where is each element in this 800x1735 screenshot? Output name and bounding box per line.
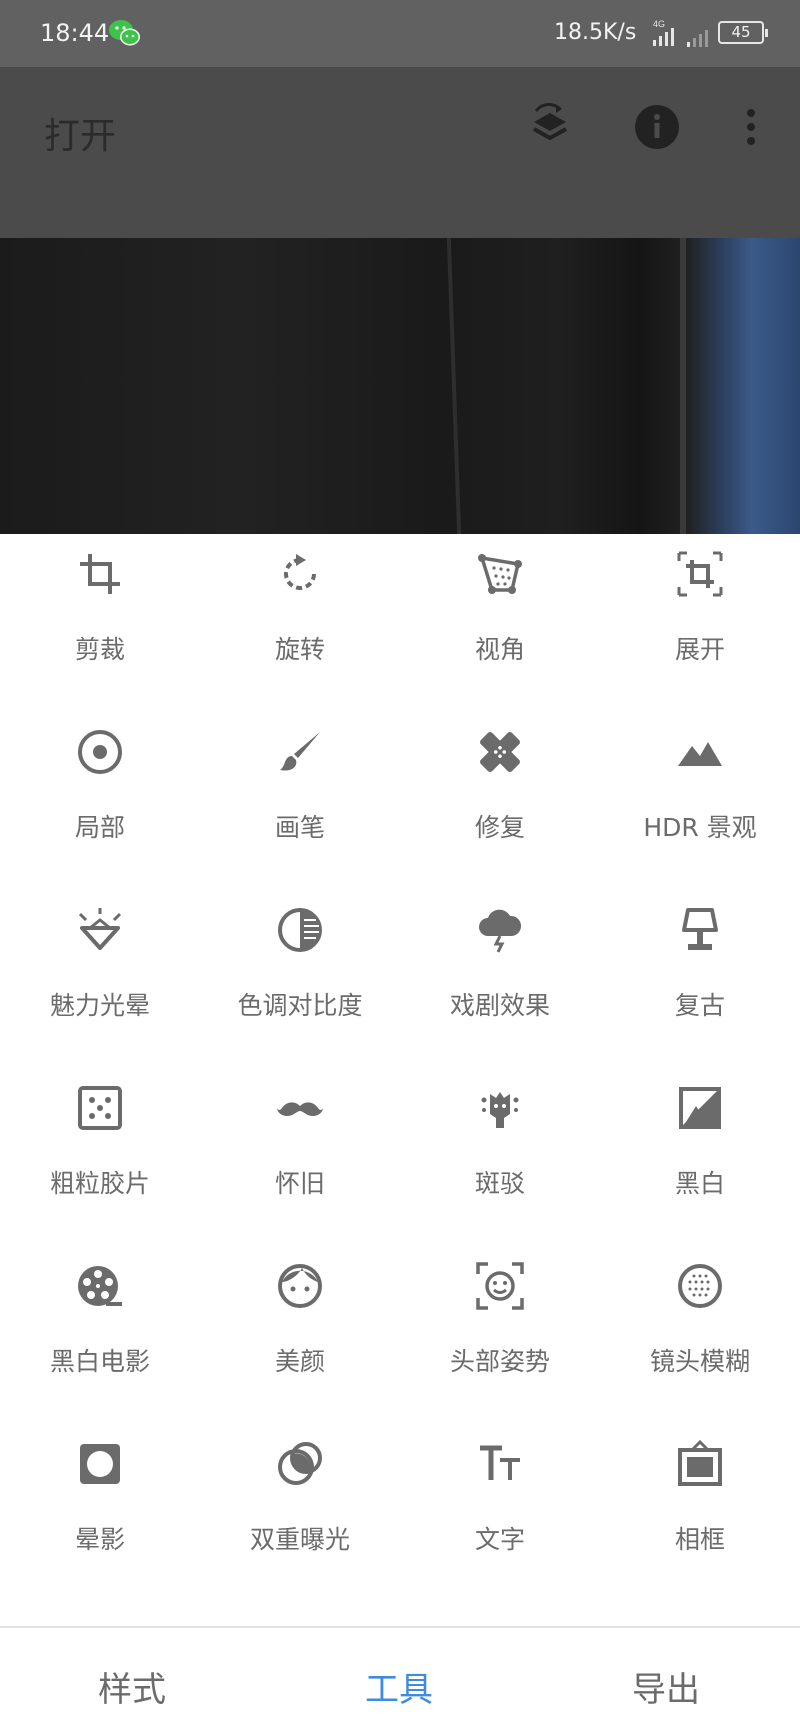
tool-tonal-contrast[interactable]: 色调对比度: [200, 890, 400, 1068]
mountains-icon: [678, 742, 722, 766]
status-bar: 18:44 18.5K/s 4G 45: [0, 0, 800, 67]
info-icon[interactable]: [633, 103, 681, 151]
tool-label: 剪裁: [74, 635, 125, 664]
tool-label: 视角: [474, 635, 525, 664]
tool-label: 画笔: [274, 813, 325, 842]
perspective-icon: [478, 554, 522, 594]
tool-drama[interactable]: 戏剧效果: [400, 890, 600, 1068]
rotate-icon: [284, 554, 316, 590]
tool-label: 文字: [474, 1525, 525, 1554]
tool-expand[interactable]: 展开: [600, 534, 800, 712]
tool-portrait[interactable]: 美颜: [200, 1246, 400, 1424]
lens-blur-icon: [678, 1264, 722, 1308]
tool-label: 黑白电影: [49, 1347, 150, 1376]
tonal-contrast-icon: [278, 908, 322, 952]
photo-preview[interactable]: [0, 238, 800, 534]
drama-cloud-icon: [479, 909, 522, 953]
tool-double-exposure[interactable]: 双重曝光: [200, 1424, 400, 1602]
layers-stack-icon[interactable]: [526, 103, 574, 151]
vintage-lamp-icon: [682, 908, 718, 950]
tool-label: 黑白: [674, 1169, 725, 1198]
tool-glamour-glow[interactable]: 魅力光晕: [0, 890, 200, 1068]
tab-tools[interactable]: 工具: [365, 1662, 433, 1711]
tool-label: 粗粒胶片: [49, 1169, 150, 1198]
tool-lens-blur[interactable]: 镜头模糊: [600, 1246, 800, 1424]
network-speed: 18.5K/s: [554, 20, 637, 45]
tool-label: 头部姿势: [449, 1347, 550, 1376]
double-exposure-icon: [278, 1442, 322, 1485]
tool-label: 怀旧: [274, 1169, 325, 1198]
face-icon: [278, 1264, 322, 1308]
tool-label: 局部: [74, 813, 125, 842]
signal-4g-icon: 4G: [653, 19, 674, 46]
tool-hdr[interactable]: HDR 景观: [600, 712, 800, 890]
tool-text[interactable]: 文字: [400, 1424, 600, 1602]
tool-label: 斑驳: [474, 1169, 525, 1198]
glamour-glow-icon: [78, 908, 122, 950]
grainy-film-icon: [78, 1086, 122, 1130]
tool-black-white[interactable]: 黑白: [600, 1068, 800, 1246]
status-time: 18:44: [40, 19, 110, 47]
svg-text:4G: 4G: [653, 19, 665, 29]
tool-label: 相框: [674, 1525, 725, 1554]
tool-label: 镜头模糊: [649, 1347, 750, 1376]
black-white-icon: [679, 1087, 721, 1129]
bottom-nav: 样式 工具 导出: [0, 1626, 800, 1735]
tool-healing[interactable]: 修复: [400, 712, 600, 890]
tool-label: 色调对比度: [237, 991, 363, 1020]
tool-label: 晕影: [74, 1525, 125, 1554]
tool-label: 魅力光晕: [49, 991, 150, 1020]
vignette-icon: [80, 1444, 120, 1484]
crop-icon: [80, 554, 120, 594]
healing-icon: [480, 732, 520, 772]
tool-label: HDR 景观: [643, 813, 757, 842]
grunge-icon: [481, 1092, 519, 1128]
tool-frames[interactable]: 相框: [600, 1424, 800, 1602]
selective-icon: [78, 730, 122, 774]
tool-perspective[interactable]: 视角: [400, 534, 600, 712]
expand-icon: [677, 551, 723, 597]
tool-label: 展开: [674, 635, 725, 664]
wechat-icon: [109, 20, 140, 46]
tool-label: 双重曝光: [249, 1525, 350, 1554]
tool-grainy-film[interactable]: 粗粒胶片: [0, 1068, 200, 1246]
text-icon: [480, 1445, 520, 1480]
tool-label: 修复: [474, 813, 525, 842]
tool-head-pose[interactable]: 头部姿势: [400, 1246, 600, 1424]
tab-export[interactable]: 导出: [632, 1662, 700, 1711]
battery-indicator: 45: [718, 21, 768, 44]
tool-label: 旋转: [274, 635, 325, 664]
more-vert-icon[interactable]: [727, 103, 775, 151]
tool-noir[interactable]: 黑白电影: [0, 1246, 200, 1424]
tool-retrolux[interactable]: 怀旧: [200, 1068, 400, 1246]
photo-detail: [680, 238, 686, 534]
tool-rotate[interactable]: 旋转: [200, 534, 400, 712]
tool-vintage[interactable]: 复古: [600, 890, 800, 1068]
head-pose-icon: [476, 1262, 524, 1310]
tool-grunge[interactable]: 斑驳: [400, 1068, 600, 1246]
tools-grid: 剪裁 旋转 视角 展开 局部 画笔 修复 HDR 景观 魅力光晕 色调对比度 戏…: [0, 534, 800, 1624]
tool-vignette[interactable]: 晕影: [0, 1424, 200, 1602]
photo-detail: [446, 238, 462, 534]
mustache-icon: [277, 1102, 323, 1116]
frame-icon: [678, 1440, 722, 1486]
tool-brush[interactable]: 画笔: [200, 712, 400, 890]
signal-weak-icon: [687, 30, 708, 47]
tool-label: 美颜: [274, 1347, 325, 1376]
brush-icon: [280, 732, 320, 771]
tool-label: 复古: [674, 991, 725, 1020]
film-reel-icon: [78, 1266, 122, 1306]
tool-crop[interactable]: 剪裁: [0, 534, 200, 712]
open-button[interactable]: 打开: [44, 107, 116, 159]
tool-selective[interactable]: 局部: [0, 712, 200, 890]
tab-styles[interactable]: 样式: [98, 1662, 166, 1711]
tool-label: 戏剧效果: [449, 991, 550, 1020]
app-bar: 打开: [0, 67, 800, 238]
